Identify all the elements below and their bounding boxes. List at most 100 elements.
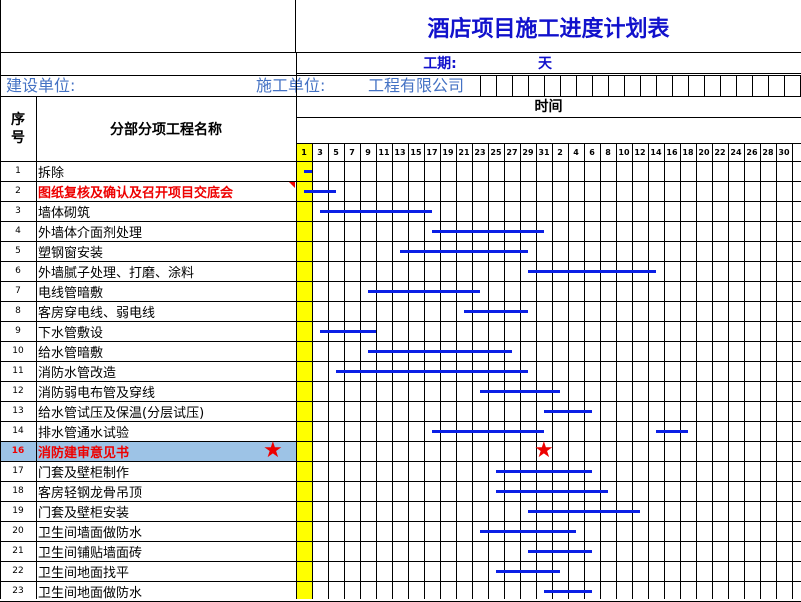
grid-hline-period	[296, 73, 801, 74]
info-cell-divider	[512, 75, 513, 96]
day-label: 27	[506, 147, 518, 157]
day-label: 28	[762, 147, 774, 157]
row-number: 8	[15, 306, 21, 316]
contractor-label: 施工单位:	[256, 76, 326, 95]
day-label: 21	[458, 147, 470, 157]
row-number: 11	[12, 366, 24, 376]
info-cell-divider	[624, 75, 625, 96]
day-label: 4	[573, 147, 579, 157]
grid-hline-time	[296, 117, 801, 118]
info-cell-divider	[640, 75, 641, 96]
day-label: 12	[634, 147, 646, 157]
row-number: 3	[15, 206, 21, 216]
task-bar	[496, 490, 608, 493]
comment-marker-icon	[289, 182, 295, 188]
row-number: 17	[12, 466, 24, 476]
info-cell-divider	[752, 75, 753, 96]
task-name: 客房穿电线、弱电线	[38, 305, 156, 321]
day-label: 23	[474, 147, 486, 157]
info-cell-divider	[560, 75, 561, 96]
task-name: 卫生间墙面做防水	[38, 525, 143, 541]
row-number: 10	[12, 346, 24, 356]
day-label: 24	[730, 147, 742, 157]
task-name: 给水管试压及保温(分层试压)	[38, 405, 205, 421]
day-label: 18	[682, 147, 694, 157]
star-icon: ★	[263, 438, 283, 463]
info-cell-divider	[480, 75, 481, 96]
task-bar	[464, 310, 528, 313]
period-unit: 天	[538, 56, 552, 72]
day-label: 19	[442, 147, 454, 157]
info-cell-divider	[544, 75, 545, 96]
row-number: 4	[15, 226, 21, 236]
day-label: 5	[333, 147, 339, 157]
row-number: 21	[12, 546, 24, 556]
task-bar	[528, 510, 640, 513]
row-number: 18	[12, 486, 24, 496]
page-title: 酒店项目施工进度计划表	[427, 15, 670, 42]
task-name: 门套及壁柜安装	[38, 505, 130, 521]
grid-vline-info	[296, 53, 297, 96]
grid-vline-day	[632, 143, 633, 599]
grid-vline-day	[792, 143, 793, 599]
grid-vline-day	[696, 143, 697, 599]
task-name: 外墙腻子处理、打磨、涂料	[38, 265, 195, 281]
row-number: 2	[15, 186, 21, 196]
task-name: 电线管暗敷	[38, 285, 104, 301]
grid-vline-name	[296, 97, 297, 599]
row-number: 14	[12, 426, 24, 436]
info-cell-divider	[768, 75, 769, 96]
day-label: 25	[490, 147, 502, 157]
day-label: 22	[714, 147, 726, 157]
grid-hline-info-bottom	[0, 96, 801, 97]
task-bar	[480, 390, 560, 393]
task-bar-2	[656, 430, 688, 433]
grid-vline-day	[712, 143, 713, 599]
row-number: 19	[12, 506, 24, 516]
day-label: 9	[365, 147, 371, 157]
row-number: 5	[15, 246, 21, 256]
task-bar	[528, 550, 592, 553]
task-bar	[320, 330, 376, 333]
day-label: 20	[698, 147, 710, 157]
day-label: 10	[618, 147, 630, 157]
task-name: 墙体砌筑	[38, 205, 91, 221]
day-label: 7	[349, 147, 355, 157]
task-bar	[496, 470, 592, 473]
task-bar	[528, 270, 656, 273]
row-number: 16	[11, 446, 25, 456]
day-label: 6	[589, 147, 595, 157]
grid-vline-day	[600, 143, 601, 599]
day-label: 15	[410, 147, 422, 157]
day-label: 1	[301, 147, 307, 157]
info-cell-divider	[704, 75, 705, 96]
day-label: 16	[666, 147, 678, 157]
seq-header: 序号	[11, 112, 25, 146]
row-number: 9	[15, 326, 21, 336]
day-label: 8	[605, 147, 611, 157]
grid-vline-day	[312, 143, 313, 599]
grid-vline-day	[776, 143, 777, 599]
task-bar	[496, 570, 560, 573]
top-left-blank	[0, 0, 296, 53]
grid-hline-info-top	[0, 75, 801, 76]
task-name: 卫生间铺贴墙面砖	[38, 545, 143, 561]
row-number: 7	[15, 286, 21, 296]
task-name: 消防弱电布管及穿线	[38, 385, 156, 401]
task-name: 消防水管改造	[38, 365, 117, 381]
period-label: 工期:	[423, 56, 457, 72]
row-number: 13	[12, 406, 24, 416]
task-name: 客房轻钢龙骨吊顶	[38, 485, 143, 501]
task-bar	[432, 430, 544, 433]
task-name: 外墙体介面剂处理	[38, 225, 143, 241]
grid-vline-seq	[36, 97, 37, 599]
task-bar	[400, 250, 528, 253]
grid-vline-day	[648, 143, 649, 599]
day-label: 11	[378, 147, 390, 157]
time-header: 时间	[534, 99, 563, 115]
task-name: 图纸复核及确认及召开项目交底会	[38, 185, 234, 201]
grid-vline-day	[728, 143, 729, 599]
day-label: 26	[746, 147, 758, 157]
grid-vline-day	[664, 143, 665, 599]
row-number: 22	[12, 566, 24, 576]
